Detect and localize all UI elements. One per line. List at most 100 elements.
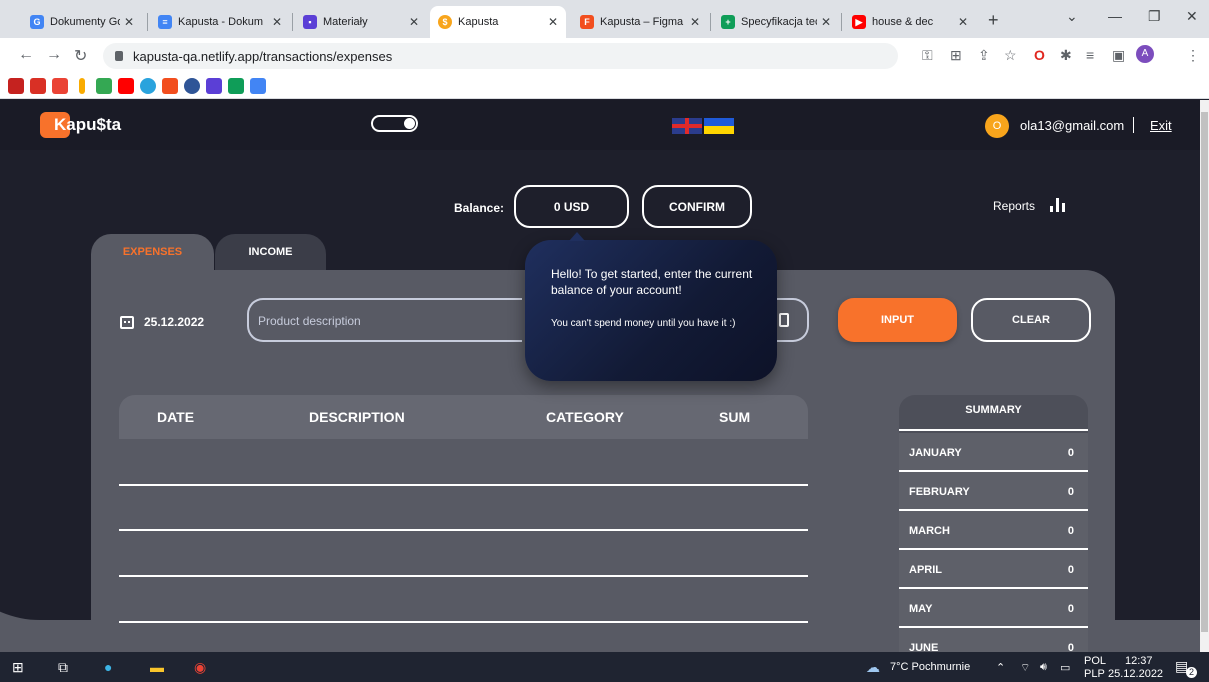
bookmark-icon[interactable]	[228, 78, 244, 94]
close-tab-icon[interactable]: ✕	[548, 15, 558, 29]
browser-tab[interactable]: + Specyfikacja tech ✕	[713, 6, 839, 38]
task-view-icon[interactable]: ⧉	[58, 659, 68, 676]
reload-icon[interactable]: ↻	[74, 46, 87, 66]
date-picker[interactable]: 25.12.2022	[120, 315, 204, 329]
browser-tab[interactable]: F Kapusta – Figma ✕	[572, 6, 708, 38]
tray-chevron-icon[interactable]: ⌃	[996, 661, 1005, 674]
browser-tab[interactable]: ≡ Kapusta - Dokum ✕	[150, 6, 290, 38]
figma-icon[interactable]	[162, 78, 178, 94]
calculator-icon	[779, 313, 789, 327]
clear-button[interactable]: CLEAR	[971, 298, 1091, 342]
edge-icon[interactable]: ●	[104, 659, 112, 675]
clock-time[interactable]: 12:37	[1125, 655, 1153, 667]
browser-tab-title: Kapusta - Dokum	[178, 16, 263, 28]
summary-month: MAY	[909, 603, 933, 615]
reports-link[interactable]: Reports	[993, 199, 1035, 213]
wordpress-icon[interactable]	[184, 78, 200, 94]
gmail-icon[interactable]	[52, 78, 68, 94]
scrollbar-thumb[interactable]	[1201, 112, 1208, 632]
back-icon[interactable]: ←	[18, 46, 34, 64]
youtube-icon: ▶	[852, 15, 866, 29]
summary-value: 0	[1067, 525, 1074, 537]
close-tab-icon[interactable]: ✕	[272, 15, 282, 29]
bookmark-icon[interactable]	[206, 78, 222, 94]
forward-icon[interactable]: →	[46, 46, 62, 64]
close-tab-icon[interactable]: ✕	[821, 15, 831, 29]
share-icon[interactable]: ⇪	[978, 47, 990, 64]
restore-icon[interactable]: ❐	[1148, 8, 1161, 25]
extensions-icon[interactable]: ✱	[1060, 47, 1072, 64]
close-window-icon[interactable]: ✕	[1186, 8, 1198, 25]
bookmark-icon[interactable]	[8, 78, 24, 94]
opera-extension-icon[interactable]: O	[1034, 47, 1045, 63]
bookmark-icon[interactable]	[30, 78, 46, 94]
browser-tab[interactable]: ▶ house & dec ✕	[844, 6, 976, 38]
close-tab-icon[interactable]: ✕	[958, 15, 968, 29]
windows-start-icon[interactable]: ⊞	[12, 659, 24, 676]
url-text: kapusta-qa.netlify.app/transactions/expe…	[133, 48, 393, 64]
app-logo[interactable]: Kapu$ta	[54, 115, 121, 135]
bookmark-icon[interactable]	[79, 78, 85, 94]
menu-icon[interactable]: ⋮	[1186, 47, 1200, 64]
language-top[interactable]: POL	[1084, 655, 1106, 667]
tooltip-message: Hello! To get started, enter the current…	[551, 267, 753, 297]
column-header: CATEGORY	[546, 409, 624, 425]
ukraine-flag-icon[interactable]	[704, 118, 734, 134]
clock-date[interactable]: 25.12.2022	[1108, 668, 1163, 680]
youtube-icon[interactable]	[118, 78, 134, 94]
screen: G Dokumenty Goo ✕ ≡ Kapusta - Dokum ✕ ▪ …	[0, 0, 1209, 682]
page-scrollbar[interactable]	[1200, 100, 1209, 652]
summary-row: JUNE 0	[899, 628, 1088, 652]
browser-tab[interactable]: ▪ Materiały ✕	[295, 6, 427, 38]
profile-icon[interactable]: A	[1136, 45, 1154, 63]
close-tab-icon[interactable]: ✕	[124, 15, 134, 29]
minimize-icon[interactable]: —	[1108, 8, 1122, 24]
side-panel-icon[interactable]: ▣	[1112, 47, 1125, 64]
summary-month: JUNE	[909, 642, 939, 652]
bar-chart-icon[interactable]	[1050, 198, 1066, 212]
product-description-input[interactable]: Product description	[247, 298, 522, 342]
reading-list-icon[interactable]: ≡	[1086, 47, 1094, 63]
browser-tab-strip: G Dokumenty Goo ✕ ≡ Kapusta - Dokum ✕ ▪ …	[0, 0, 1209, 38]
bookmark-icon[interactable]	[96, 78, 112, 94]
language-bottom[interactable]: PLP	[1084, 668, 1105, 680]
battery-icon[interactable]: ▭	[1060, 661, 1070, 674]
weather-text[interactable]: 7°C Pochmurnie	[890, 661, 970, 673]
tooltip-note: You can't spend money until you have it …	[551, 318, 736, 329]
bookmark-star-icon[interactable]: ☆	[1004, 47, 1017, 64]
browser-tab-active[interactable]: $ Kapusta ✕	[430, 6, 566, 38]
close-tab-icon[interactable]: ✕	[690, 15, 700, 29]
tab-income[interactable]: INCOME	[215, 234, 326, 270]
address-bar[interactable]: kapusta-qa.netlify.app/transactions/expe…	[103, 43, 898, 69]
docs-icon[interactable]	[250, 78, 266, 94]
theme-toggle[interactable]	[371, 115, 418, 132]
browser-tab-title: Dokumenty Goo	[50, 16, 120, 28]
summary-value: 0	[1067, 486, 1074, 498]
summary-value: 0	[1067, 642, 1074, 652]
input-button[interactable]: INPUT	[838, 298, 957, 342]
file-explorer-icon[interactable]: ▬	[150, 659, 164, 675]
calendar-icon	[120, 315, 134, 329]
summary-value: 0	[1067, 603, 1074, 615]
translate-icon[interactable]: ⊞	[950, 47, 962, 64]
app-header: Kapu$ta O ola13@gmail.com Exit	[0, 100, 1200, 150]
windows-taskbar: ⊞ ⧉ ● ▬ ◉ ☁ 7°C Pochmurnie ⌃ ⌔ 🔊︎ ▭ POL …	[0, 652, 1209, 682]
bookmarks-bar	[0, 73, 1209, 99]
new-tab-icon[interactable]: +	[988, 10, 999, 31]
tab-search-icon[interactable]: ⌄	[1066, 8, 1078, 25]
balance-input[interactable]: 0 USD	[514, 185, 629, 228]
tab-expenses[interactable]: EXPENSES	[91, 234, 214, 270]
uk-flag-icon[interactable]	[672, 118, 702, 134]
divider	[899, 429, 1088, 431]
network-icon[interactable]: ⌔	[1020, 661, 1030, 675]
chrome-icon[interactable]: ◉	[194, 659, 206, 676]
close-tab-icon[interactable]: ✕	[409, 15, 419, 29]
notification-count: 2	[1186, 667, 1197, 678]
exit-link[interactable]: Exit	[1150, 118, 1172, 133]
avatar: O	[985, 114, 1009, 138]
password-key-icon[interactable]: ⚿	[922, 47, 933, 64]
browser-tab[interactable]: G Dokumenty Goo ✕	[22, 6, 142, 38]
confirm-button[interactable]: CONFIRM	[642, 185, 752, 228]
volume-icon[interactable]: 🔊︎	[1040, 661, 1047, 674]
telegram-icon[interactable]	[140, 78, 156, 94]
